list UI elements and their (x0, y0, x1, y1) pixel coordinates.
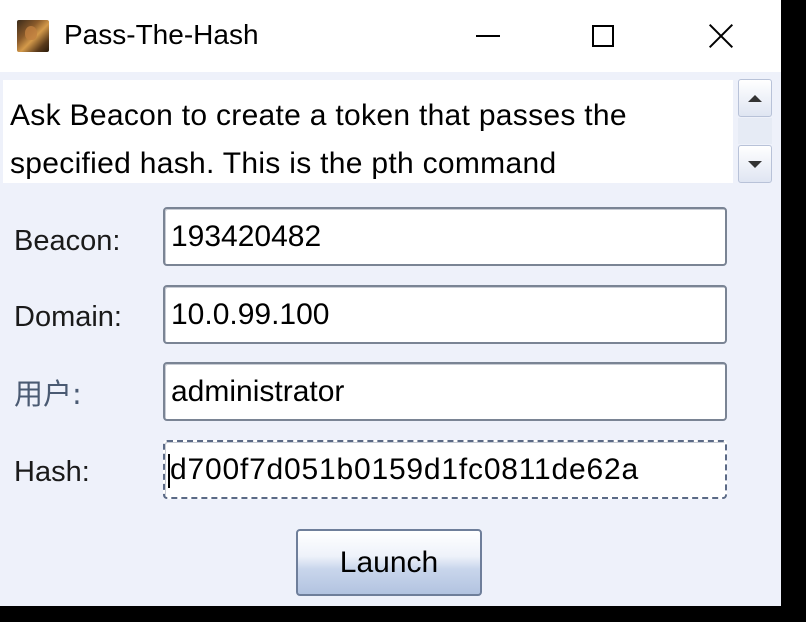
beacon-label: Beacon: (14, 225, 121, 257)
scroll-down-button[interactable] (738, 145, 772, 183)
maximize-icon (592, 25, 614, 47)
domain-field[interactable]: 10.0.99.100 (163, 285, 727, 344)
user-label: 用户: (14, 377, 82, 411)
description-panel[interactable]: Ask Beacon to create a token that passes… (3, 80, 733, 183)
minimize-button[interactable] (433, 0, 543, 72)
maximize-button[interactable] (548, 0, 658, 72)
launch-button[interactable]: Launch (296, 529, 482, 596)
user-field[interactable]: administrator (163, 362, 727, 421)
domain-label: Domain: (14, 301, 122, 333)
title-bar[interactable]: Pass-The-Hash (0, 0, 781, 72)
scroll-up-button[interactable] (738, 79, 772, 117)
hash-field[interactable]: d700f7d051b0159d1fc0811de62a (163, 440, 727, 499)
beacon-field[interactable]: 193420482 (163, 207, 727, 266)
minimize-icon (476, 35, 500, 37)
app-icon (17, 20, 49, 52)
window-title: Pass-The-Hash (64, 19, 259, 50)
description-text: Ask Beacon to create a token that passes… (10, 99, 627, 180)
scroll-track[interactable] (738, 118, 772, 144)
close-icon (708, 23, 734, 49)
hash-label: Hash: (14, 456, 90, 488)
arrow-down-icon (748, 160, 762, 168)
hash-field-value: d700f7d051b0159d1fc0811de62a (170, 453, 639, 486)
description-scrollbar[interactable] (736, 78, 776, 184)
arrow-up-icon (748, 94, 762, 102)
pass-the-hash-dialog: Pass-The-Hash Ask Beacon to create a tok… (0, 0, 781, 606)
close-button[interactable] (666, 0, 776, 72)
